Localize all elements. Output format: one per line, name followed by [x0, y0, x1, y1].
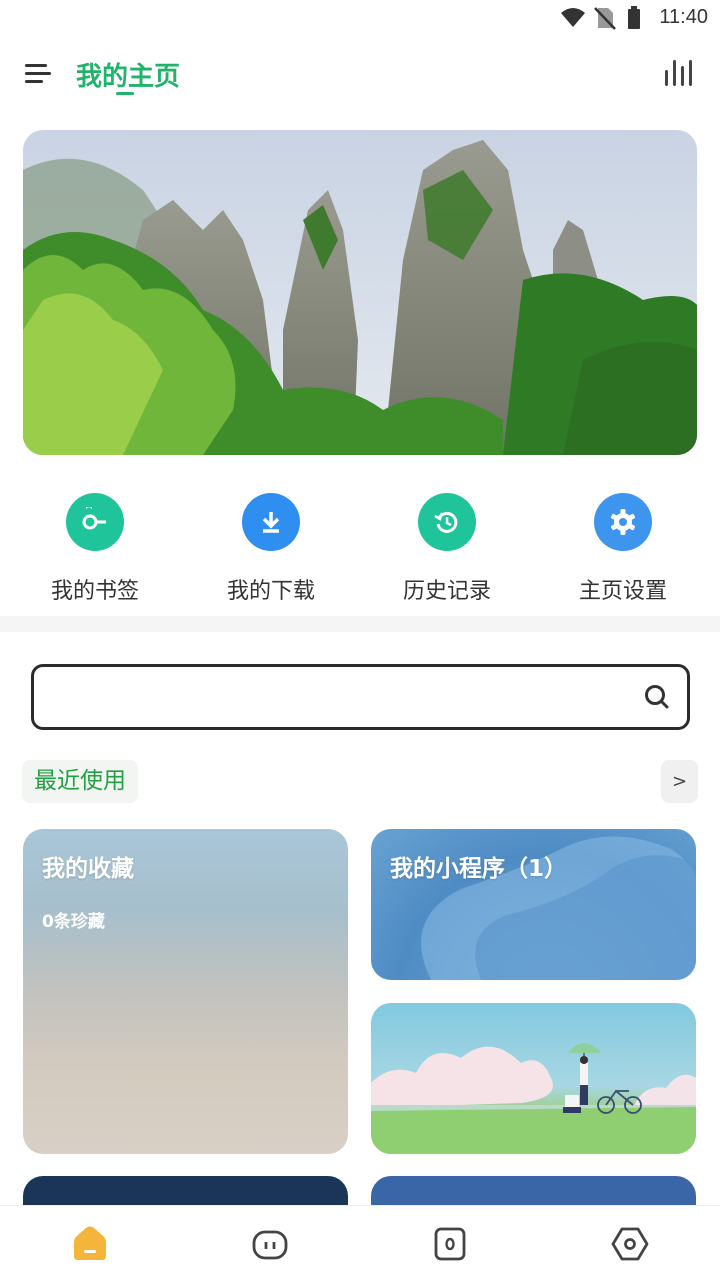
bookmarks-button[interactable]: 我的书签 [7, 490, 183, 610]
history-button[interactable]: 历史记录 [359, 490, 535, 610]
equalizer-icon[interactable] [664, 58, 696, 90]
search-icon[interactable] [643, 683, 671, 711]
search-box[interactable] [31, 664, 690, 730]
mini-programs-title: 我的小程序（1） [390, 856, 568, 882]
gear-icon [594, 493, 652, 551]
mountain-landscape-image [23, 130, 697, 455]
menu-icon[interactable] [22, 58, 54, 90]
homepage-settings-button[interactable]: 主页设置 [535, 490, 711, 610]
bookmark-key-icon [66, 493, 124, 551]
status-bar: 11:40 [0, 0, 720, 36]
section-divider [0, 616, 720, 632]
mini-programs-card[interactable]: 我的小程序（1） [371, 829, 696, 980]
quick-actions: 我的书签 我的下载 历史记录 主页设置 [0, 490, 720, 610]
downloads-label: 我的下载 [226, 579, 315, 604]
search-input[interactable] [48, 679, 628, 715]
wifi-icon [561, 8, 585, 27]
favorites-card[interactable]: 我的收藏 0条珍藏 [23, 829, 348, 1154]
bottom-navigation [0, 1205, 720, 1280]
history-icon [418, 493, 476, 551]
recent-section-label: 最近使用 [22, 760, 138, 803]
title-underline [116, 92, 134, 95]
scenery-card[interactable] [371, 1003, 696, 1154]
download-icon [242, 493, 300, 551]
hexagon-settings-icon[interactable] [610, 1224, 650, 1264]
favorites-title: 我的收藏 [42, 856, 134, 882]
bookmarks-label: 我的书签 [50, 579, 139, 604]
favorites-count: 0条珍藏 [42, 912, 105, 932]
battery-icon [628, 6, 640, 29]
anime-scenery-image [371, 1043, 696, 1154]
recent-more-button[interactable]: > [661, 760, 698, 803]
header: 我的主页 [0, 36, 720, 112]
tabs-count-icon[interactable] [430, 1224, 470, 1264]
banner-image[interactable] [23, 130, 697, 455]
no-sim-icon [594, 7, 616, 30]
history-label: 历史记录 [402, 579, 491, 604]
home-icon[interactable] [70, 1224, 110, 1264]
page-title: 我的主页 [76, 62, 181, 92]
downloads-button[interactable]: 我的下载 [183, 490, 359, 610]
homepage-settings-label: 主页设置 [578, 579, 667, 604]
clock: 11:40 [659, 6, 708, 28]
video-tv-icon[interactable] [250, 1224, 290, 1264]
